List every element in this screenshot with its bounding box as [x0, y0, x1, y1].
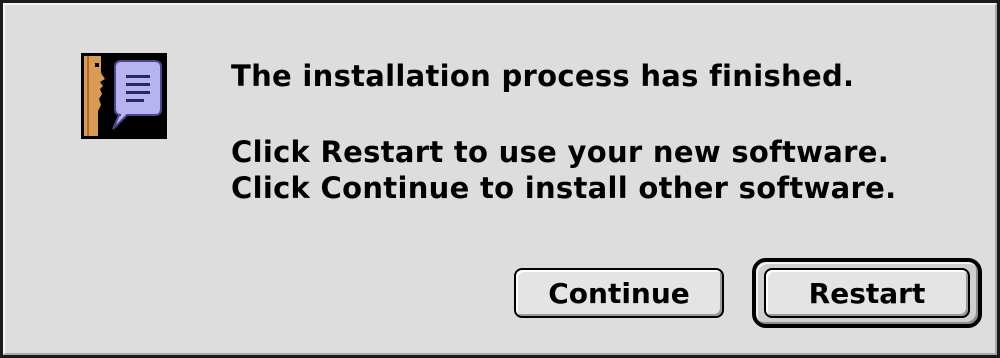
installer-speech-bubble-icon — [81, 53, 167, 139]
alert-line-restart: Click Restart to use your new software. — [231, 135, 890, 169]
restart-button[interactable]: Restart — [764, 268, 970, 318]
continue-button[interactable]: Continue — [514, 268, 724, 318]
alert-line-continue: Click Continue to install other software… — [231, 171, 897, 205]
alert-message: The installation process has finished. C… — [231, 58, 896, 206]
alert-title: The installation process has finished. — [231, 59, 855, 93]
alert-dialog: The installation process has finished. C… — [0, 0, 1000, 358]
